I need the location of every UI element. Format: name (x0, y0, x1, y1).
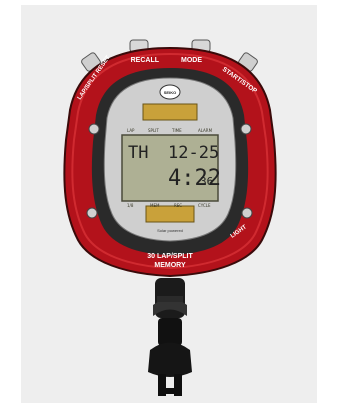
solar-panel-top (142, 103, 198, 121)
stopwatch-photo (63, 39, 277, 396)
lcd-screen (121, 134, 219, 202)
solar-panel-bottom (145, 205, 195, 223)
lanyard-strap (148, 278, 192, 396)
